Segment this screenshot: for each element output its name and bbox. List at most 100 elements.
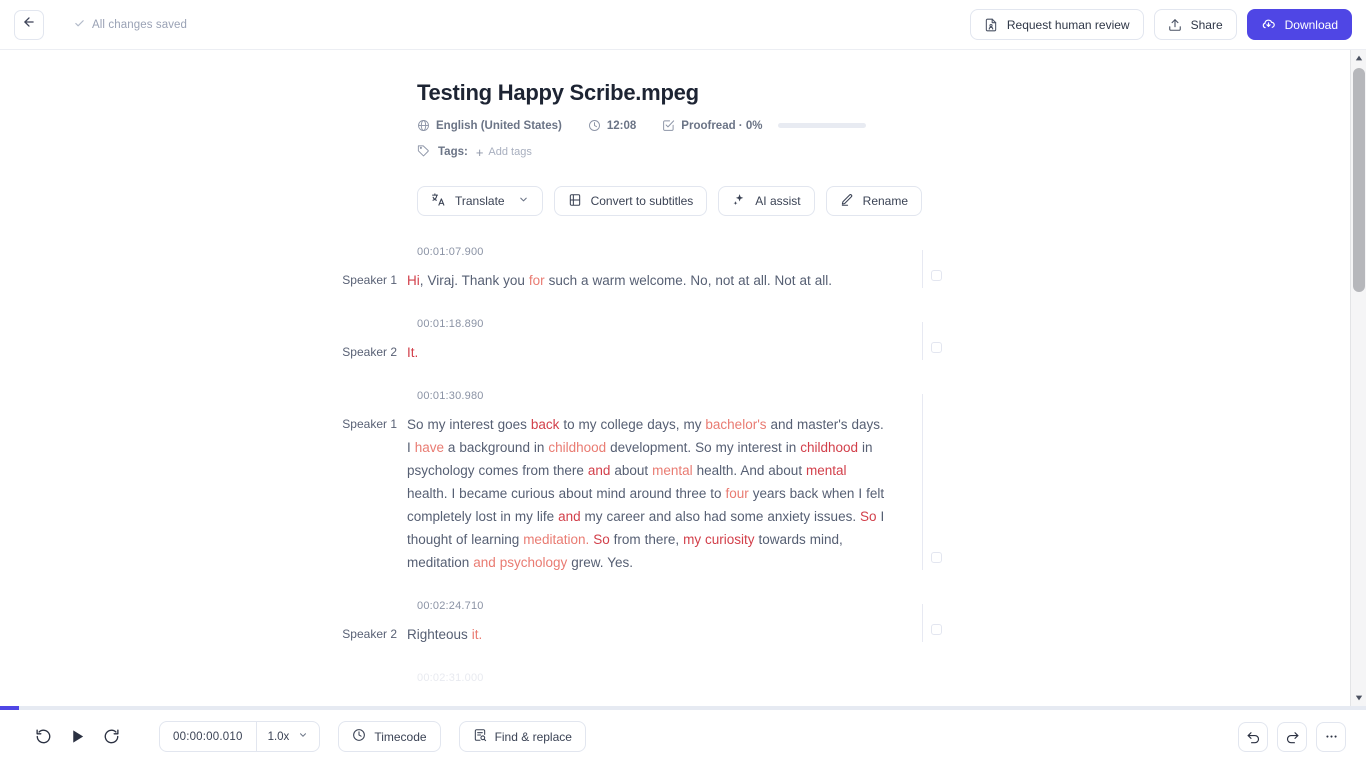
request-human-review-button[interactable]: Request human review: [969, 9, 1144, 40]
low-confidence-word[interactable]: my curiosity: [683, 532, 754, 547]
low-confidence-word[interactable]: Hi: [407, 273, 420, 288]
segment-timestamp[interactable]: 00:02:24.710: [417, 600, 1350, 612]
rename-button[interactable]: Rename: [825, 186, 923, 216]
download-button[interactable]: Download: [1246, 9, 1352, 40]
document-body: Testing Happy Scribe.mpeg English (Unite…: [0, 50, 1350, 684]
playback-progress-fill: [0, 706, 19, 710]
low-confidence-word[interactable]: It.: [407, 345, 418, 360]
transcript-word[interactable]: health. And about: [693, 463, 806, 478]
transcript-segment: 00:01:07.900 Speaker 1 Hi, Viraj. Thank yo…: [0, 246, 1350, 292]
arrow-left-icon: [22, 15, 36, 34]
translate-button[interactable]: Translate: [417, 186, 543, 216]
undo-button[interactable]: [1238, 721, 1268, 752]
play-button[interactable]: [62, 722, 92, 752]
forward-button[interactable]: [96, 722, 126, 752]
scrollbar-down-arrow[interactable]: [1351, 690, 1366, 706]
low-confidence-word[interactable]: four: [726, 486, 749, 501]
back-button[interactable]: [14, 9, 44, 40]
segment-gutter-line: [922, 604, 923, 642]
more-options-button[interactable]: [1316, 721, 1346, 752]
top-bar-actions: Request human review Share Download: [969, 9, 1352, 40]
scrollbar-thumb[interactable]: [1353, 68, 1365, 292]
transcript-word[interactable]: Righteous: [407, 627, 472, 642]
share-button[interactable]: Share: [1153, 9, 1237, 40]
transcript-word[interactable]: , Viraj. Thank you: [420, 273, 529, 288]
segment-comment-checkbox[interactable]: [931, 270, 942, 281]
language-label: English (United States): [436, 119, 562, 132]
low-confidence-word[interactable]: childhood: [800, 440, 858, 455]
transcript-word[interactable]: to my college days, my: [559, 417, 705, 432]
request-human-review-label: Request human review: [1006, 17, 1130, 32]
globe-icon: [417, 119, 430, 132]
convert-to-subtitles-label: Convert to subtitles: [590, 194, 694, 208]
segment-text[interactable]: It.: [407, 341, 885, 364]
low-confidence-word[interactable]: So: [860, 509, 877, 524]
vertical-scrollbar[interactable]: [1350, 50, 1366, 706]
segment-comment-checkbox[interactable]: [931, 552, 942, 563]
convert-to-subtitles-button[interactable]: Convert to subtitles: [553, 186, 708, 216]
transcript-word[interactable]: my career and also had some anxiety issu…: [581, 509, 860, 524]
low-confidence-word[interactable]: meditation.: [523, 532, 589, 547]
segment-timestamp[interactable]: 00:01:07.900: [417, 246, 1350, 258]
low-confidence-word[interactable]: for: [529, 273, 545, 288]
segment-speaker-label[interactable]: Speaker 1: [0, 269, 407, 292]
find-replace-button[interactable]: Find & replace: [458, 721, 586, 752]
playback-speed-value: 1.0x: [267, 730, 290, 743]
segment-text[interactable]: Hi, Viraj. Thank you for such a warm wel…: [407, 269, 885, 292]
low-confidence-word[interactable]: mental: [806, 463, 847, 478]
transcript-word[interactable]: health. I became curious about mind arou…: [407, 486, 726, 501]
transcript-word[interactable]: from there,: [610, 532, 683, 547]
transcript-scroll-area[interactable]: Testing Happy Scribe.mpeg English (Unite…: [0, 50, 1350, 706]
low-confidence-word[interactable]: mental: [652, 463, 693, 478]
subtitles-icon: [568, 193, 582, 210]
segment-text[interactable]: So my interest goes back to my college d…: [407, 413, 885, 574]
segment-speaker-label[interactable]: Speaker 2: [0, 341, 407, 364]
time-and-speed-group: 00:00:00.010 1.0x: [159, 721, 321, 752]
segment-body: Speaker 1 So my interest goes back to my …: [0, 413, 1350, 574]
redo-button[interactable]: [1277, 721, 1307, 752]
segment-timestamp[interactable]: 00:01:30.980: [417, 390, 1350, 402]
low-confidence-word[interactable]: So: [593, 532, 610, 547]
document-header: Testing Happy Scribe.mpeg English (Unite…: [417, 80, 923, 216]
transcript-word[interactable]: a background in: [444, 440, 548, 455]
timecode-button[interactable]: Timecode: [338, 721, 441, 752]
current-time-input[interactable]: 00:00:00.010: [160, 722, 257, 751]
segment-speaker-label[interactable]: Speaker 1: [0, 413, 407, 436]
download-label: Download: [1284, 17, 1338, 32]
proofread-meta[interactable]: Proofread · 0%: [662, 119, 867, 132]
segment-text[interactable]: Righteous it.: [407, 623, 885, 646]
scrollbar-up-arrow[interactable]: [1351, 50, 1366, 66]
find-replace-icon: [473, 728, 487, 745]
timecode-label: Timecode: [374, 729, 427, 744]
transcript-word[interactable]: such a warm welcome. No, not at all. Not…: [545, 273, 832, 288]
rewind-button[interactable]: [28, 722, 58, 752]
transcript-word[interactable]: grew. Yes.: [567, 555, 633, 570]
segment-speaker-label[interactable]: Speaker 2: [0, 623, 407, 646]
low-confidence-word[interactable]: back: [531, 417, 560, 432]
player-toolbar: 00:00:00.010 1.0x Timecode Find & replac…: [0, 706, 1366, 766]
low-confidence-word[interactable]: and: [558, 509, 581, 524]
ai-assist-button[interactable]: AI assist: [718, 186, 815, 216]
low-confidence-word[interactable]: have: [415, 440, 444, 455]
transcript-word[interactable]: development. So my interest in: [606, 440, 800, 455]
translate-icon: [431, 192, 446, 210]
low-confidence-word[interactable]: it.: [472, 627, 483, 642]
segment-gutter-line: [922, 394, 923, 570]
playback-speed-select[interactable]: 1.0x: [257, 722, 320, 751]
low-confidence-word[interactable]: bachelor's: [705, 417, 766, 432]
low-confidence-word[interactable]: and psychology: [473, 555, 567, 570]
duration-label: 12:08: [606, 119, 637, 132]
low-confidence-word[interactable]: childhood: [548, 440, 606, 455]
segment-comment-checkbox[interactable]: [931, 342, 942, 353]
playback-progress-bar[interactable]: [0, 706, 1366, 710]
transcript-segment: 00:02:24.710 Speaker 2 Righteous it.: [0, 600, 1350, 646]
tags-row: Tags: + Add tags: [417, 144, 897, 160]
segment-gutter-line: [922, 250, 923, 288]
add-tags-button[interactable]: + Add tags: [476, 145, 532, 160]
segment-comment-checkbox[interactable]: [931, 624, 942, 635]
low-confidence-word[interactable]: and: [588, 463, 611, 478]
segment-timestamp[interactable]: 00:01:18.890: [417, 318, 1350, 330]
transcript-word[interactable]: So my interest goes: [407, 417, 531, 432]
transcript-word[interactable]: about: [610, 463, 652, 478]
tags-label: Tags:: [438, 146, 468, 158]
